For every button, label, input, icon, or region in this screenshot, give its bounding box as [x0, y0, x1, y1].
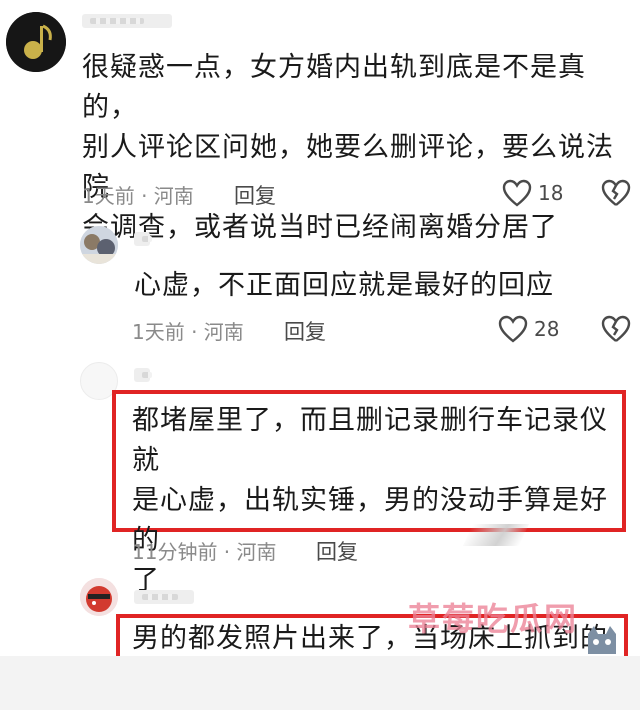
broken-heart-icon[interactable] — [601, 315, 631, 343]
heart-outline-icon[interactable] — [498, 315, 528, 343]
avatar-image — [80, 226, 118, 264]
comment-time-location: 1天前 · 河南 — [132, 320, 244, 344]
comment-time-location: 1天前 · 河南 — [82, 184, 194, 208]
blur-smudge — [462, 524, 530, 546]
cat-emoji-icon — [588, 626, 616, 654]
avatar[interactable] — [6, 12, 66, 72]
reply-button[interactable]: 回复 — [284, 316, 326, 346]
reply-button[interactable]: 回复 — [234, 180, 276, 210]
avatar-image — [80, 578, 118, 616]
username[interactable] — [134, 368, 152, 382]
reply-button[interactable]: 回复 — [316, 536, 358, 566]
avatar[interactable] — [80, 578, 118, 616]
comment-text: 心虚，不正面回应就是最好的回应 — [134, 270, 554, 301]
comment-text: 很疑惑一点，女方婚内出轨到底是不是真的， 别人评论区问她，她要么删评论，要么说法… — [82, 52, 614, 243]
like-count: 18 — [538, 181, 564, 205]
username[interactable] — [82, 14, 172, 28]
like-count: 28 — [534, 317, 560, 341]
broken-heart-icon[interactable] — [601, 179, 631, 207]
username[interactable] — [134, 590, 194, 604]
username[interactable] — [134, 232, 152, 246]
avatar-image — [6, 12, 66, 72]
comment-time-location: 11分钟前 · 河南 — [132, 540, 277, 564]
heart-outline-icon[interactable] — [502, 179, 532, 207]
comment-text: 都堵屋里了，而且删记录删行车记录仪就 是心虚，出轨实锤，男的没动手算是好的 了 — [132, 405, 608, 596]
bottom-bar — [0, 656, 640, 710]
watermark: 草莓吃瓜网 — [408, 600, 579, 638]
avatar[interactable] — [80, 226, 118, 264]
